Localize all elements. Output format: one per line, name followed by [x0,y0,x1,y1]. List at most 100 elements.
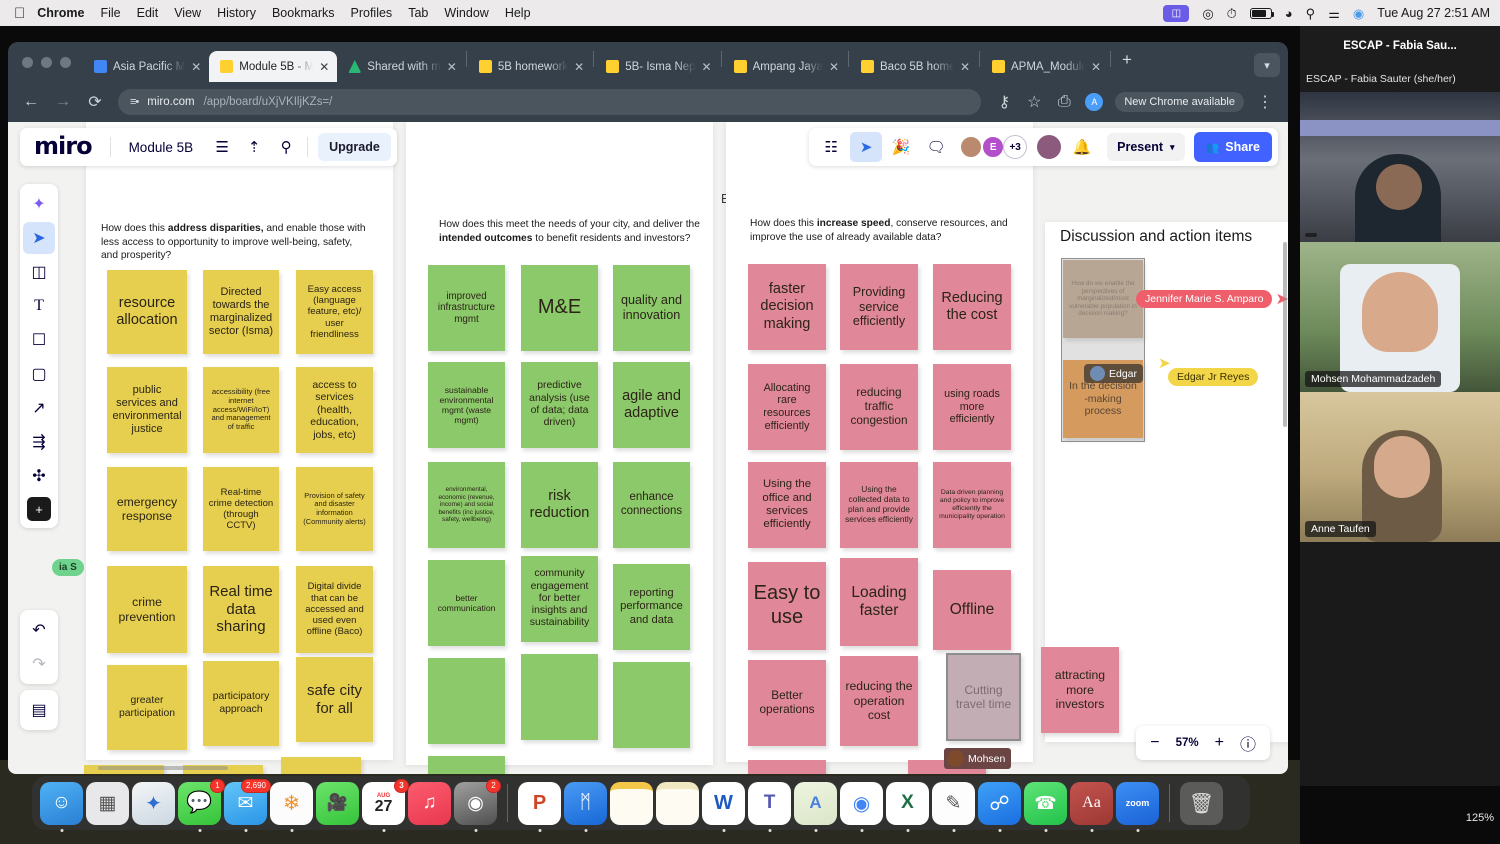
sticky-note[interactable]: quality and innovation [613,265,690,351]
menu-item-file[interactable]: File [100,6,120,20]
help-icon[interactable]: ⓘ [1240,731,1256,755]
zoom-participant-tile[interactable]: Mohsen Mohammadzadeh [1300,242,1500,392]
zoom-icon[interactable]: zoom [1116,781,1159,832]
wifi-icon[interactable]: ◕ [1285,7,1293,20]
browser-tab-1[interactable]: Module 5B - M ✕ [209,51,338,82]
avatar-overflow[interactable]: +3 [1003,135,1028,159]
controlcenter-icon[interactable]: ⚌ [1328,7,1340,20]
stickies-icon[interactable] [656,781,699,825]
powerpoint-icon[interactable]: P [518,781,561,832]
text-icon[interactable]: T [23,290,55,322]
plus-more-icon[interactable]: + [27,497,51,521]
export-icon[interactable]: ⇡ [239,132,269,162]
zoom-level[interactable]: 57% [1176,737,1199,749]
sticky-note[interactable]: Real time data sharing [203,566,279,653]
new-tab-button[interactable]: + [1112,50,1142,74]
close-icon[interactable]: ✕ [191,60,201,74]
photos-icon[interactable]: ❄ [270,781,313,832]
search-icon[interactable]: ⚲ [271,132,301,162]
browser-tab-7[interactable]: APMA_Module ✕ [981,51,1109,82]
hamburger-menu-icon[interactable]: ☰ [207,132,237,162]
site-settings-icon[interactable]: ≡• [130,96,139,108]
facetime-icon[interactable]: 🎥 [316,781,359,825]
kebab-menu-icon[interactable]: ⋮ [1256,92,1274,112]
browser-tab-2[interactable]: Shared with m ✕ [337,51,465,82]
search-icon[interactable]: ⚲ [1306,7,1316,20]
zoom-participant-tile[interactable] [1300,92,1500,242]
chrome-update-button[interactable]: New Chrome available [1115,92,1244,112]
close-icon[interactable]: ✕ [702,60,712,74]
extensions-icon[interactable]: ⎙ [1055,93,1073,111]
collaborator-badge-edgar[interactable]: Edgar [1084,364,1144,383]
browser-tab-5[interactable]: Ampang Jaya ✕ [723,51,847,82]
podcasts-icon[interactable]: ◉ 2 [454,778,501,832]
finder-icon[interactable]: ☺ [40,781,83,832]
sticky-note[interactable]: better communication [428,560,505,646]
sticky-note[interactable]: emergency response [107,467,187,551]
menu-item-window[interactable]: Window [444,6,488,20]
sticky-note[interactable]: participatory approach [203,661,279,746]
mail-icon[interactable]: ✉ 2,690 [224,778,271,832]
back-button[interactable]: ← [22,93,40,111]
frame-icon[interactable]: ✣ [23,460,55,492]
board-title[interactable]: Module 5B [117,140,206,155]
sticky-note[interactable]: Reducing the cost [933,264,1011,350]
arrow-icon[interactable]: ↗ [23,392,55,424]
menu-item-chrome[interactable]: Chrome [37,6,84,20]
cursor-icon[interactable]: ➤ [850,132,883,162]
forward-button[interactable]: → [54,93,72,111]
sticky-note[interactable]: reducing traffic congestion [840,364,918,450]
sticky-note[interactable]: public services and environmental justic… [107,367,187,453]
calendar-icon[interactable]: AUG 27 3 [362,778,409,832]
sticky-note[interactable]: environmental, economic (revenue, income… [428,462,505,548]
sticky-note-attracting-investors[interactable]: attracting more investors [1041,647,1119,733]
zoom-in-button[interactable]: + [1215,734,1224,752]
sticky-note[interactable]: reporting performance and data [613,564,690,650]
appstore-icon[interactable]: ☍ [978,781,1021,832]
sticky-note-partial[interactable] [748,760,826,774]
sticky-note[interactable]: agile and adaptive [613,362,690,448]
excel-icon[interactable]: X [886,781,929,832]
close-icon[interactable]: ✕ [1091,60,1101,74]
sticky-note-partial[interactable] [428,756,505,774]
sticky-note[interactable]: Easy access (language feature, etc)/ use… [296,270,373,354]
close-icon[interactable]: ✕ [447,60,457,74]
sticky-note[interactable]: Allocating rare resources efficiently [748,364,826,450]
key-icon[interactable]: ⚷ [995,92,1013,112]
sticky-note[interactable]: crime prevention [107,566,187,653]
reload-button[interactable]: ⟳ [86,92,104,112]
record-icon[interactable]: ◎ [1202,7,1213,20]
selection-overlay[interactable] [1061,258,1145,442]
sticky-note[interactable]: resource allocation [107,270,187,354]
textedit-icon[interactable]: ✎ [932,781,975,832]
horizontal-scrollbar[interactable] [98,766,228,770]
cursor-mohsen[interactable]: Mohsen [944,748,1012,769]
sticky-note[interactable] [428,658,505,744]
avatar[interactable]: E [981,135,1006,159]
sparkle-ai-icon[interactable]: ✦ [23,188,55,220]
browser-tab-4[interactable]: 5B- Isma Nep ✕ [595,51,719,82]
avatar[interactable]: A [1085,93,1104,111]
sticky-note[interactable]: reducing the operation cost [840,656,918,746]
sticky-note[interactable]: using roads more efficiently [933,364,1011,450]
whatsapp-icon[interactable]: ☎ [1024,781,1067,832]
redo-icon[interactable]: ↷ [23,648,55,680]
sticky-note[interactable]: Using the collected data to plan and pro… [840,462,918,548]
address-bar[interactable]: ≡• miro.com/app/board/uXjVKIljKZs=/ [118,89,982,115]
sticky-note[interactable]: Directed towards the marginalized sector… [203,270,279,354]
trash-icon[interactable]: 🗑 [1180,781,1223,825]
templates-icon[interactable]: ◫ [23,256,55,288]
sticky-note[interactable]: Offline [933,570,1011,650]
menu-item-edit[interactable]: Edit [137,6,159,20]
close-icon[interactable]: ✕ [574,60,584,74]
sticky-note[interactable]: faster decision making [748,264,826,350]
avatar-self[interactable] [1035,133,1064,161]
screen-share-icon[interactable]: ◫ [1163,4,1190,22]
menu-item-help[interactable]: Help [505,6,531,20]
undo-icon[interactable]: ↶ [23,614,55,646]
bell-icon[interactable]: 🔔 [1066,132,1098,162]
sticky-note-icon[interactable]: ☐ [23,324,55,356]
siri-icon[interactable]: ◉ [1353,7,1364,20]
chrome-icon[interactable]: ◉ [840,781,883,832]
sticky-note-side-tag[interactable]: ia S [52,559,84,576]
